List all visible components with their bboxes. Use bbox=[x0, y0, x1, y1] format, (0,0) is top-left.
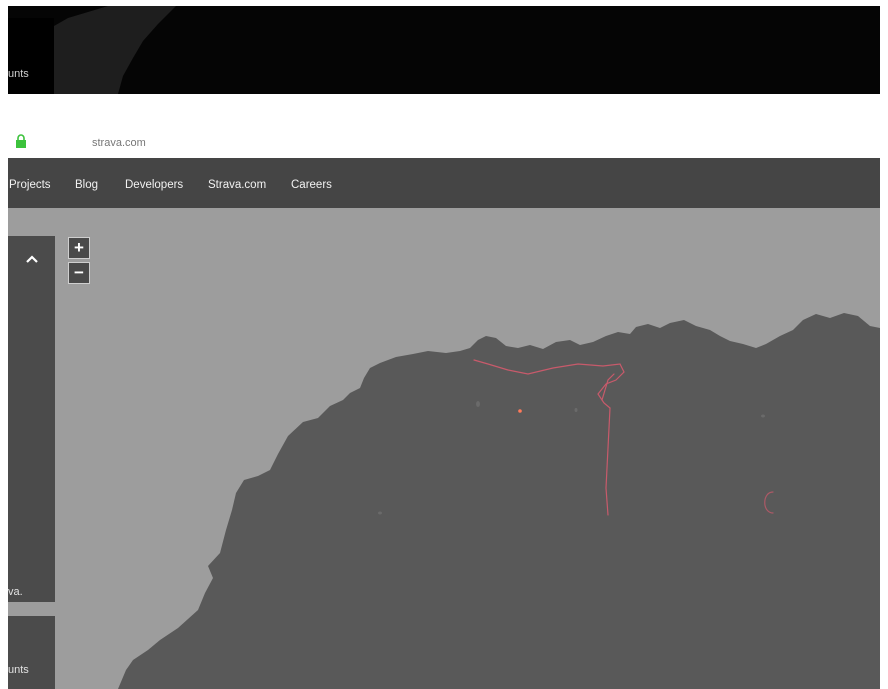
nav-item-projects[interactable]: Projects bbox=[9, 179, 51, 191]
nav-item-careers[interactable]: Careers bbox=[291, 179, 332, 191]
sidebar-panel: va. bbox=[8, 236, 55, 602]
url-text[interactable]: strava.com bbox=[92, 137, 146, 149]
nav-item-blog[interactable]: Blog bbox=[75, 179, 98, 191]
top-strip-panel-text: unts bbox=[8, 68, 29, 80]
lock-icon bbox=[16, 134, 26, 148]
sidebar-panel-lower-text: unts bbox=[8, 664, 29, 676]
zoom-in-button[interactable]: + bbox=[68, 237, 90, 259]
previous-screen-strip: unts bbox=[8, 6, 880, 94]
top-strip-terrain bbox=[54, 6, 880, 94]
land-mass bbox=[118, 313, 880, 689]
nav-item-strava-com[interactable]: Strava.com bbox=[208, 179, 266, 191]
zoom-out-button[interactable]: − bbox=[68, 262, 90, 284]
top-strip-panel bbox=[8, 18, 54, 94]
sidebar-panel-lower: unts bbox=[8, 616, 55, 689]
nav-item-developers[interactable]: Developers bbox=[125, 179, 183, 191]
chevron-up-icon[interactable] bbox=[25, 254, 39, 264]
sidebar-panel-text: va. bbox=[8, 586, 23, 598]
top-navigation-bar: Projects Blog Developers Strava.com Care… bbox=[8, 158, 880, 208]
address-bar[interactable]: strava.com bbox=[8, 128, 880, 156]
heatmap-map[interactable]: va. unts + − bbox=[8, 208, 880, 689]
